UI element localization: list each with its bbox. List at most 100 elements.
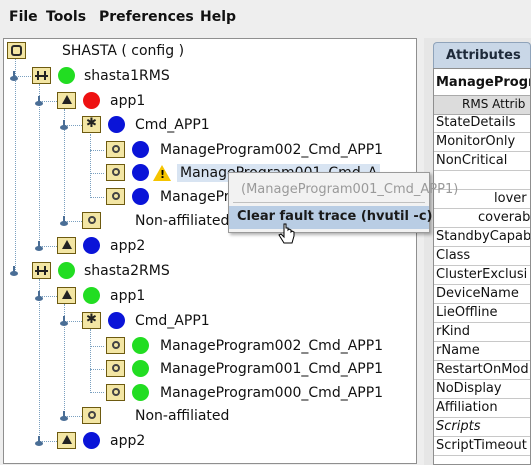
context-menu-header: (ManageProgram001_Cmd_APP1)	[241, 182, 459, 197]
attribute-name: StandbyCapab	[436, 229, 531, 244]
expand-toggle-icon[interactable]	[10, 266, 18, 276]
program-icon	[82, 212, 101, 229]
attribute-row[interactable]: ClusterExclusi	[434, 266, 530, 285]
clear-fault-trace-label: Clear fault trace (hvutil -c)	[237, 209, 433, 224]
tree-line	[90, 392, 104, 393]
expand-toggle-icon[interactable]	[60, 316, 68, 326]
attribute-name: lover	[494, 191, 527, 206]
program-icon	[106, 141, 125, 158]
attribute-row[interactable]: rKind	[434, 323, 530, 342]
attribute-row[interactable]: NonCritical	[434, 152, 530, 171]
attribute-row[interactable]: NoDisplay	[434, 380, 530, 399]
attribute-name: Class	[436, 248, 471, 263]
status-green-icon	[58, 67, 75, 84]
status-blue-icon	[83, 237, 100, 254]
tree-line	[39, 84, 40, 246]
tree-program-002[interactable]: ManageProgram002_Cmd_APP1	[160, 142, 383, 158]
tree-node-shasta1rms[interactable]: shasta1RMS	[84, 68, 170, 84]
attribute-row[interactable]: StandbyCapab	[434, 228, 531, 247]
tree-program-000[interactable]: ManagePro	[160, 189, 238, 205]
config-icon	[7, 42, 26, 59]
status-red-icon	[83, 92, 100, 109]
column-header-label: RMS Attrib	[462, 97, 526, 111]
menu-help[interactable]: Help	[200, 9, 236, 25]
tree-line	[90, 134, 91, 198]
attribute-row[interactable]: RestartOnMod	[434, 361, 530, 380]
tree-line	[90, 150, 104, 151]
tree-line	[90, 173, 104, 174]
command-icon	[82, 116, 101, 133]
attribute-row[interactable]: rName	[434, 342, 530, 361]
program-icon	[106, 337, 125, 354]
tree-nonaffiliated[interactable]: Non-affiliated	[135, 408, 229, 424]
expand-toggle-icon[interactable]	[10, 71, 18, 81]
attributes-table: ManageProgra RMS Attrib StateDetails Mon…	[433, 68, 531, 465]
attribute-name: Affiliation	[436, 400, 498, 415]
attribute-row[interactable]: coverab	[434, 209, 531, 228]
app-icon	[57, 287, 76, 304]
column-header[interactable]: RMS Attrib	[434, 95, 530, 115]
status-green-icon	[132, 360, 149, 377]
menu-separator	[233, 202, 425, 203]
menu-tools[interactable]: Tools	[46, 9, 86, 25]
tree-program-000[interactable]: ManageProgram000_Cmd_APP1	[160, 385, 383, 401]
menu-preferences[interactable]: Preferences	[99, 9, 194, 25]
tree-root-label[interactable]: SHASTA ( config )	[62, 43, 184, 59]
attribute-row[interactable]: ScriptTimeout	[434, 437, 530, 456]
tab-attributes[interactable]: Attributes	[433, 42, 531, 68]
menu-bar: File Tools Preferences Help	[0, 0, 531, 33]
attribute-name: MonitorOnly	[436, 134, 516, 149]
tree-app-app2[interactable]: app2	[110, 238, 145, 254]
attribute-row[interactable]: Scripts	[434, 418, 530, 437]
attribute-name: ScriptTimeout	[436, 438, 527, 453]
expand-toggle-icon[interactable]	[60, 216, 68, 226]
attribute-row[interactable]: Class	[434, 247, 530, 266]
context-menu: (ManageProgram001_Cmd_APP1) Clear fault …	[228, 172, 458, 233]
status-green-icon	[83, 287, 100, 304]
tree-app-app1[interactable]: app1	[110, 288, 145, 304]
clear-fault-trace-menu-item[interactable]: Clear fault trace (hvutil -c)	[229, 206, 433, 229]
expand-toggle-icon[interactable]	[60, 120, 68, 130]
tree-line	[90, 197, 104, 198]
attribute-row[interactable]: LieOffline	[434, 304, 530, 323]
app-icon	[57, 92, 76, 109]
tree-node-shasta2rms[interactable]: shasta2RMS	[84, 263, 170, 279]
tree-app-app1[interactable]: app1	[110, 93, 145, 109]
attribute-row[interactable]: DeviceName	[434, 285, 530, 304]
expand-toggle-icon[interactable]	[35, 96, 43, 106]
attribute-name: Scripts	[436, 419, 481, 434]
attribute-name: NonCritical	[436, 153, 508, 168]
attribute-name: RestartOnMod	[436, 362, 529, 377]
attributes-title: ManageProgra	[436, 75, 530, 90]
status-green-icon	[132, 337, 149, 354]
expand-toggle-icon[interactable]	[35, 291, 43, 301]
tree-cmd-app1[interactable]: Cmd_APP1	[135, 313, 210, 329]
cluster-tree[interactable]: SHASTA ( config ) shasta1RMS app1 Cmd_AP…	[3, 38, 417, 464]
attribute-row[interactable]: StateDetails	[434, 114, 530, 133]
tree-app-app2[interactable]: app2	[110, 433, 145, 449]
warning-icon: !	[153, 165, 171, 181]
status-blue-icon	[108, 116, 125, 133]
attribute-name: coverab	[478, 210, 531, 225]
attributes-pane: Attributes ManageProgra RMS Attrib State…	[424, 38, 531, 465]
program-icon	[82, 407, 101, 424]
expand-toggle-icon[interactable]	[60, 411, 68, 421]
tree-line	[90, 369, 104, 370]
status-green-icon	[58, 262, 75, 279]
tab-attributes-label: Attributes	[446, 48, 521, 63]
app-icon	[57, 432, 76, 449]
attribute-row[interactable]: Affiliation	[434, 399, 530, 418]
attribute-name: LieOffline	[436, 305, 498, 320]
attribute-name: DeviceName	[436, 286, 519, 301]
tree-line	[39, 279, 40, 441]
program-icon	[106, 360, 125, 377]
tree-nonaffiliated[interactable]: Non-affiliated	[135, 213, 229, 229]
expand-toggle-icon[interactable]	[35, 241, 43, 251]
tree-program-002[interactable]: ManageProgram002_Cmd_APP1	[160, 338, 383, 354]
attribute-row[interactable]: MonitorOnly	[434, 133, 530, 152]
menu-file[interactable]: File	[9, 9, 38, 25]
tree-cmd-app1[interactable]: Cmd_APP1	[135, 117, 210, 133]
expand-toggle-icon[interactable]	[35, 436, 43, 446]
program-icon	[106, 384, 125, 401]
tree-program-001[interactable]: ManageProgram001_Cmd_APP1	[160, 361, 383, 377]
